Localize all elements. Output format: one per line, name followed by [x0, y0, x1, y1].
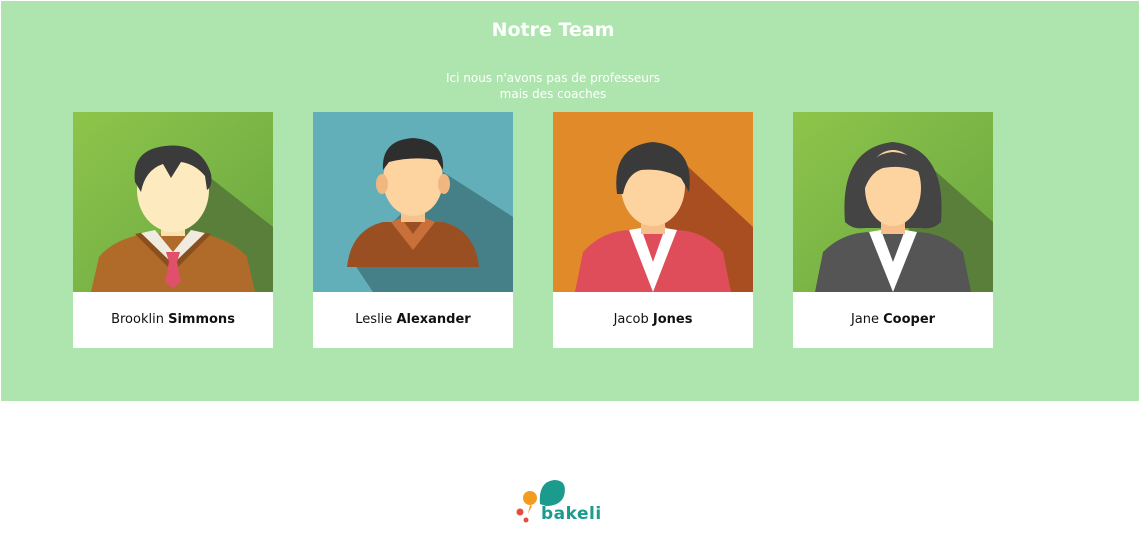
member-photo — [313, 112, 513, 292]
team-title: Notre Team — [491, 19, 615, 41]
member-name: Jane Cooper — [793, 292, 993, 348]
member-first-name: Jacob — [613, 312, 649, 327]
woman-red-jacket-avatar-icon — [553, 112, 753, 292]
team-member-card[interactable]: Leslie Alexander — [313, 112, 513, 348]
member-first-name: Leslie — [355, 312, 393, 327]
member-photo — [553, 112, 753, 292]
member-first-name: Brooklin — [111, 312, 164, 327]
member-last-name: Simmons — [168, 312, 235, 327]
team-subtitle: Ici nous n'avons pas de professeurs mais… — [1, 70, 1105, 102]
member-first-name: Jane — [850, 312, 879, 327]
bakeli-logo[interactable]: bakeli — [510, 476, 602, 532]
woman-grey-jacket-avatar-icon — [793, 112, 993, 292]
member-name: Jacob Jones — [553, 292, 753, 348]
member-name: Leslie Alexander — [313, 292, 513, 348]
member-name: Brooklin Simmons — [73, 292, 273, 348]
member-last-name: Alexander — [396, 312, 471, 327]
bakeli-logo-text: bakeli — [541, 504, 602, 524]
man-brown-shirt-avatar-icon — [313, 112, 513, 292]
team-subtitle-line-1: Ici nous n'avons pas de professeurs — [445, 71, 661, 85]
member-photo — [793, 112, 993, 292]
team-member-card[interactable]: Brooklin Simmons — [73, 112, 273, 348]
team-member-card[interactable]: Jane Cooper — [793, 112, 993, 348]
team-member-card[interactable]: Jacob Jones — [553, 112, 753, 348]
member-photo — [73, 112, 273, 292]
member-last-name: Jones — [652, 312, 693, 327]
man-sweater-avatar-icon — [73, 112, 273, 292]
member-last-name: Cooper — [883, 312, 936, 327]
team-subtitle-line-2: mais des coaches — [499, 87, 607, 101]
